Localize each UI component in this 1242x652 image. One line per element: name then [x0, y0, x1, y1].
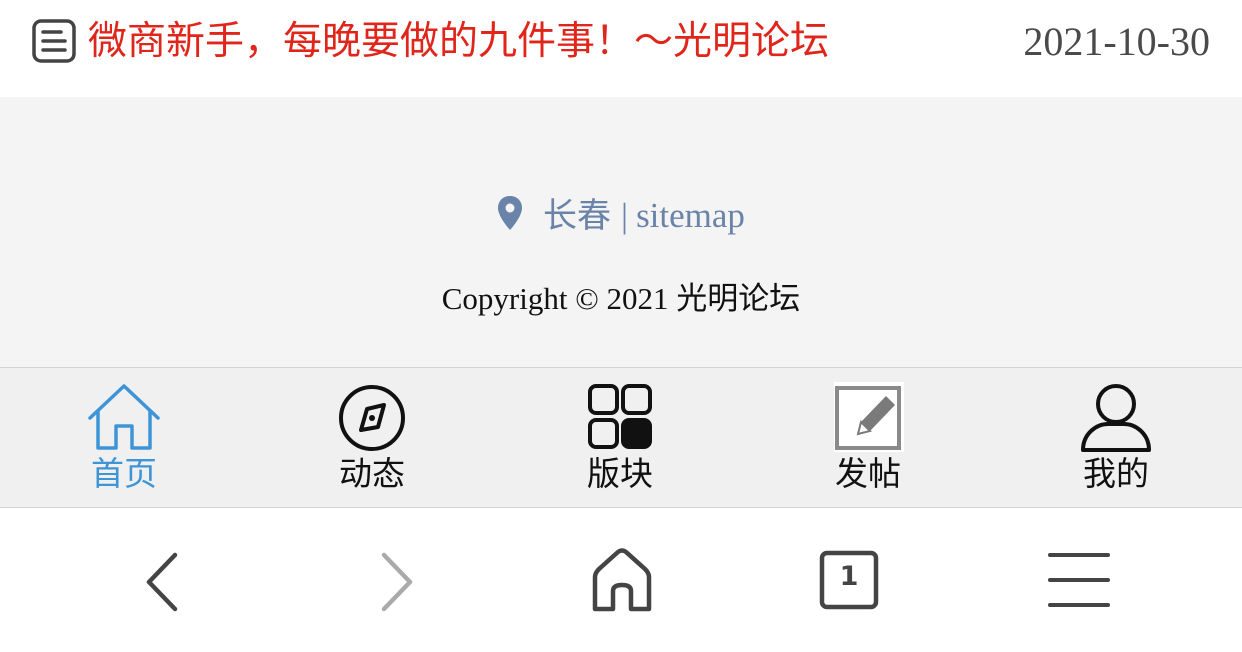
- back-icon[interactable]: [127, 547, 197, 617]
- tab-activity[interactable]: 动态: [248, 368, 496, 508]
- footer-links: 长春 | sitemap: [0, 191, 1242, 241]
- tab-home[interactable]: 首页: [0, 368, 248, 508]
- tab-label: 动态: [339, 454, 405, 493]
- tab-profile[interactable]: 我的: [992, 368, 1240, 508]
- location-pin-icon: [498, 196, 523, 230]
- tab-forums[interactable]: 版块: [496, 368, 744, 508]
- menu-icon[interactable]: [1044, 547, 1114, 617]
- tab-label: 首页: [91, 454, 157, 493]
- tab-new-post[interactable]: 发帖: [744, 368, 992, 508]
- tab-label: 版块: [587, 454, 653, 493]
- browser-home-icon[interactable]: [587, 547, 657, 617]
- document-icon: [32, 19, 76, 63]
- bottom-tab-bar: 首页 动态 版块 发帖 我的: [0, 367, 1242, 508]
- tabs-button[interactable]: 1: [814, 547, 884, 617]
- home-icon: [88, 384, 160, 450]
- site-footer: 长春 | sitemap Copyright © 2021 光明论坛: [0, 97, 1242, 367]
- city-link[interactable]: 长春: [543, 196, 611, 236]
- article-row[interactable]: 微商新手，每晚要做的九件事！～光明论坛 2021-10-30: [0, 0, 1242, 97]
- tab-count: 1: [839, 561, 859, 592]
- edit-icon: [834, 382, 904, 452]
- article-title-link[interactable]: 微商新手，每晚要做的九件事！～光明论坛: [88, 14, 829, 70]
- browser-toolbar: 1: [0, 509, 1242, 652]
- grid-icon: [588, 384, 652, 449]
- sitemap-link[interactable]: sitemap: [636, 196, 745, 235]
- copyright-prefix: Copyright © 2021: [441, 281, 669, 316]
- copyright: Copyright © 2021 光明论坛: [0, 277, 1242, 321]
- forward-icon[interactable]: [362, 547, 432, 617]
- user-icon: [1081, 384, 1151, 452]
- footer-separator: |: [621, 196, 629, 235]
- copyright-site-name: 光明论坛: [676, 281, 801, 317]
- article-date: 2021-10-30: [1023, 19, 1210, 64]
- tab-label: 发帖: [835, 454, 901, 493]
- compass-icon: [339, 385, 405, 451]
- tab-label: 我的: [1083, 454, 1149, 493]
